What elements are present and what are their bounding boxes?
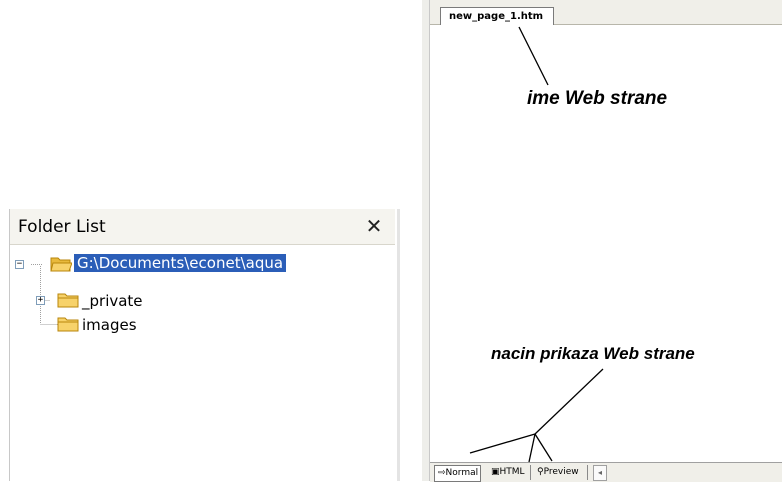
view-mode-annotation: nacin prikaza Web strane [491, 344, 695, 363]
view-mode-callout-branch [534, 433, 553, 462]
view-mode-callout-branch [469, 433, 536, 454]
page-name-callout-line [518, 26, 549, 86]
view-mode-callout-branch [528, 433, 536, 463]
page-name-annotation: ime Web strane [527, 88, 668, 109]
view-mode-callout-line [534, 368, 604, 435]
annotation-lines [469, 26, 604, 463]
